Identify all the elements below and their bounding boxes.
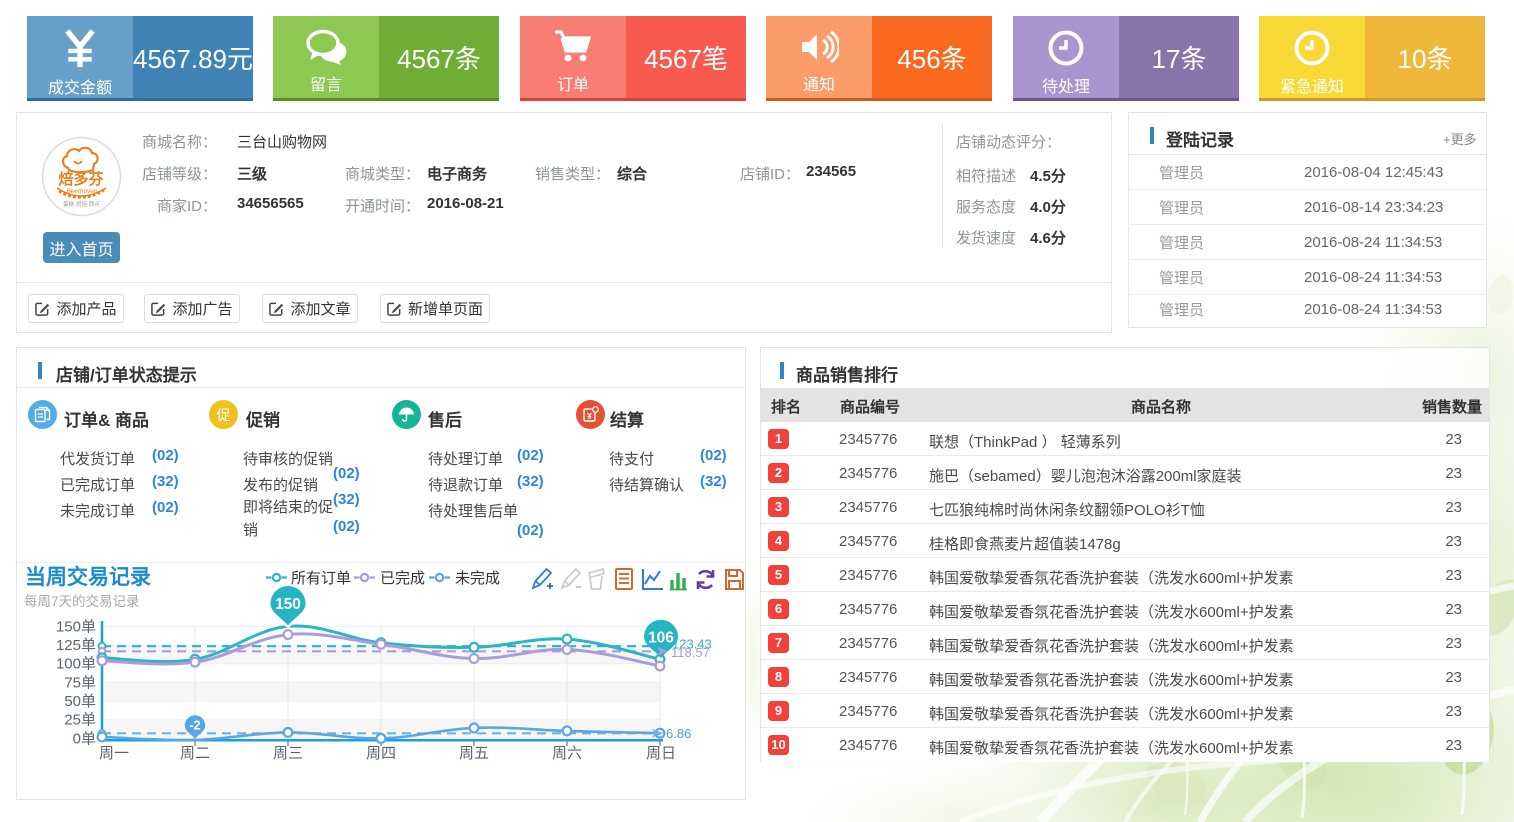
svg-text:周五: 周五 xyxy=(459,745,489,762)
svg-text:周六: 周六 xyxy=(552,745,582,762)
svg-text:50单: 50单 xyxy=(64,693,96,710)
svg-text:所有订单: 所有订单 xyxy=(291,570,351,587)
svg-text:75单: 75单 xyxy=(64,674,96,691)
svg-text:100单: 100单 xyxy=(56,656,96,673)
svg-text:周日: 周日 xyxy=(646,745,676,762)
svg-text:周四: 周四 xyxy=(366,745,396,762)
svg-text:118.57: 118.57 xyxy=(671,645,710,660)
svg-text:周一: 周一 xyxy=(99,745,129,762)
svg-text:当周交易记录: 当周交易记录 xyxy=(25,565,151,589)
svg-text:蛋糕·烘焙·西点: 蛋糕·烘焙·西点 xyxy=(63,200,100,208)
svg-text:106: 106 xyxy=(648,630,674,647)
svg-text:25单: 25单 xyxy=(64,712,96,729)
svg-text:-2: -2 xyxy=(189,719,200,733)
svg-text:焙多芬: 焙多芬 xyxy=(58,170,104,188)
svg-text:150: 150 xyxy=(275,596,301,613)
svg-text:未完成: 未完成 xyxy=(455,570,500,587)
svg-text:6.86: 6.86 xyxy=(666,726,691,741)
svg-text:每周7天的交易记录: 每周7天的交易记录 xyxy=(24,593,140,609)
svg-text:0单: 0单 xyxy=(73,730,96,747)
svg-text:周二: 周二 xyxy=(180,745,210,762)
svg-text:150单: 150单 xyxy=(56,618,96,635)
svg-text:周三: 周三 xyxy=(273,745,303,762)
svg-text:125单: 125单 xyxy=(56,637,96,654)
svg-text:已完成: 已完成 xyxy=(380,570,425,587)
